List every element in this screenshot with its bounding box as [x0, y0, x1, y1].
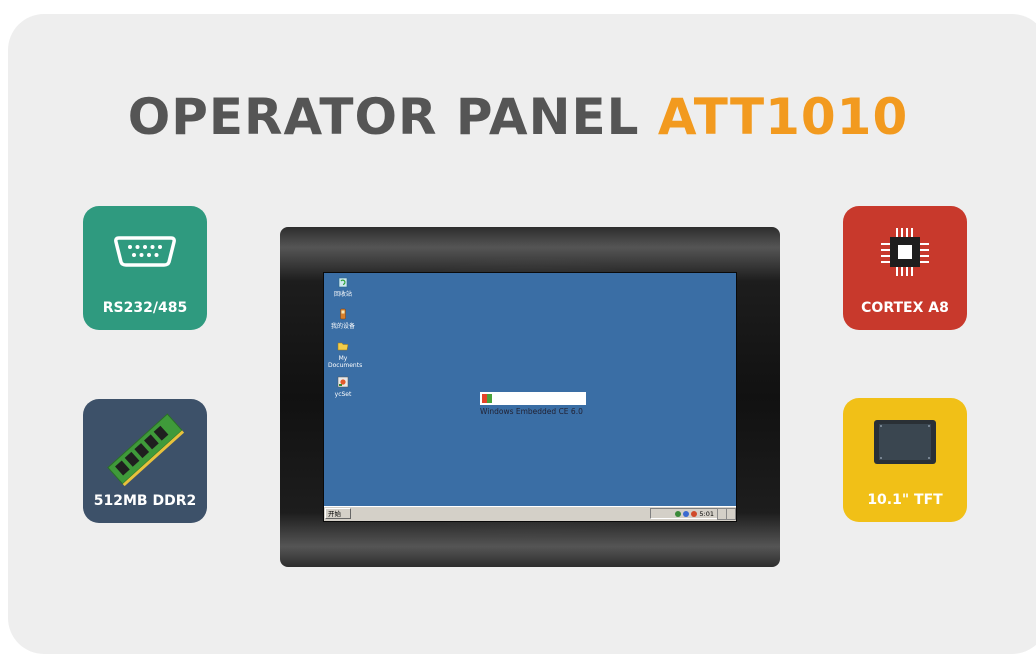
taskbar-clock: 5:01 — [699, 510, 714, 518]
feature-label-rs232: RS232/485 — [102, 300, 188, 316]
taskbar: 开始 5:01 — [324, 506, 736, 521]
desktop-icon-label: ycSet — [334, 391, 352, 398]
display-panel-icon — [874, 420, 936, 464]
desktop-icon-ycset[interactable]: ycSet — [328, 376, 358, 398]
desktop-icon-label: 我的设备 — [330, 323, 355, 330]
windows-flag-icon — [482, 394, 492, 403]
desktop-icon-recycle-bin[interactable]: 回收站 — [328, 276, 358, 298]
desktop-icon-my-documents[interactable]: My Documents — [328, 340, 363, 369]
ram-module-icon — [107, 413, 185, 487]
desktop-icon-label: My Documents — [328, 355, 363, 369]
start-button[interactable]: 开始 — [325, 508, 351, 519]
desktop-toggle-icon[interactable] — [726, 508, 736, 520]
feature-badge-rs232: RS232/485 — [83, 206, 207, 330]
system-tray: 5:01 — [650, 508, 718, 519]
page-title: OPERATOR PANEL ATT1010 — [0, 88, 1036, 146]
input-icon[interactable] — [691, 511, 698, 517]
settings-app-icon — [337, 376, 349, 388]
os-splash-logo: Windows Embedded CE 6.0 — [480, 392, 586, 416]
feature-badge-tft: 10.1" TFT — [843, 398, 967, 522]
title-main: OPERATOR PANEL — [127, 88, 640, 146]
recycle-bin-icon — [338, 277, 348, 288]
feature-label-cortex: CORTEX A8 — [861, 300, 949, 316]
start-label: 开始 — [328, 510, 341, 518]
cpu-chip-icon — [881, 228, 929, 276]
network-icon[interactable] — [675, 511, 682, 517]
device-screen: 回收站 我的设备 My Documents ycSet Windows Embe… — [323, 272, 737, 522]
serial-port-icon — [114, 236, 176, 267]
my-device-icon — [340, 308, 346, 320]
desktop-icon-my-device[interactable]: 我的设备 — [328, 308, 358, 330]
folder-icon — [337, 342, 349, 351]
title-accent: ATT1010 — [657, 88, 909, 146]
os-label: Windows Embedded CE 6.0 — [480, 407, 583, 416]
feature-label-tft: 10.1" TFT — [867, 492, 943, 508]
feature-badge-ddr2: 512MB DDR2 — [83, 399, 207, 523]
desktop-icon-label: 回收站 — [333, 291, 352, 298]
volume-icon[interactable] — [683, 511, 690, 517]
feature-label-ddr2: 512MB DDR2 — [93, 493, 197, 509]
feature-badge-cortex: CORTEX A8 — [843, 206, 967, 330]
